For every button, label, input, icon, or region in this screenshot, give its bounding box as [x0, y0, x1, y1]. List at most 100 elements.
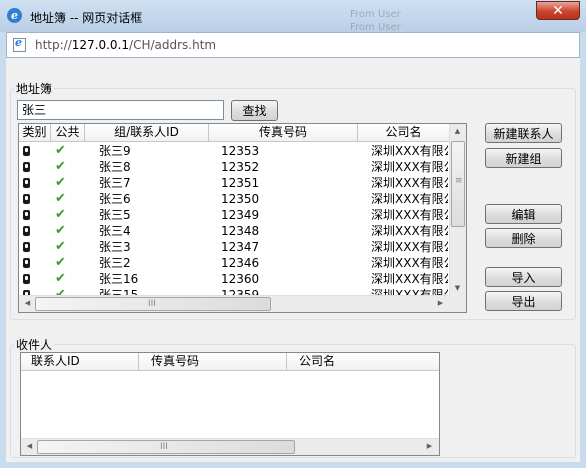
recipients-grid[interactable]: 联系人ID 传真号码 公司名 ◀ III ▶	[20, 352, 440, 456]
checkmark-icon: ✔	[55, 255, 66, 270]
fax-cell: 12347	[221, 240, 260, 254]
vertical-scrollbar[interactable]: ▲ ≡ ▼	[449, 124, 466, 296]
column-header[interactable]: 传真号码	[209, 124, 358, 142]
column-header[interactable]: 传真号码	[139, 353, 287, 371]
table-row[interactable]: ✔ 张三2 12346 深圳XXX有限公司	[19, 255, 451, 271]
contact-id-cell: 张三3	[99, 240, 131, 254]
checkmark-icon: ✔	[55, 239, 66, 254]
contact-id-cell: 张三7	[99, 176, 131, 190]
scroll-up-arrow[interactable]: ▲	[450, 127, 465, 135]
scroll-left-arrow[interactable]: ◀	[22, 442, 37, 450]
column-header[interactable]: 联系人ID	[21, 353, 139, 371]
recipients-label: 收件人	[14, 336, 55, 353]
addressbook-label: 地址簿	[14, 80, 55, 97]
checkmark-icon: ✔	[55, 223, 66, 238]
fax-cell: 12352	[221, 160, 260, 174]
table-row[interactable]: ✔ 张三5 12349 深圳XXX有限公司	[19, 207, 451, 223]
close-button[interactable]: ✕	[536, 1, 580, 20]
url-host: 127.0.0.1	[71, 38, 130, 52]
scroll-right-arrow[interactable]: ▶	[433, 299, 448, 307]
checkmark-icon: ✔	[55, 143, 66, 158]
contact-icon	[23, 194, 30, 204]
url-path: /CH/addrs.htm	[129, 38, 217, 52]
company-cell: 深圳XXX有限公司	[371, 176, 448, 190]
fax-cell: 12349	[221, 208, 260, 222]
search-input[interactable]: 张三	[17, 100, 224, 120]
table-row[interactable]: ✔ 张三16 12360 深圳XXX有限公司	[19, 271, 451, 287]
company-cell: 深圳XXX有限公司	[371, 256, 448, 270]
contact-id-cell: 张三8	[99, 160, 131, 174]
contact-id-cell: 张三6	[99, 192, 131, 206]
contact-icon	[23, 178, 30, 188]
company-cell: 深圳XXX有限公司	[371, 144, 448, 158]
fax-cell: 12350	[221, 192, 260, 206]
import-button[interactable]: 导入	[485, 267, 562, 287]
contact-icon	[23, 146, 30, 156]
new-group-button[interactable]: 新建组	[485, 148, 562, 168]
contact-id-cell: 张三2	[99, 256, 131, 270]
column-header[interactable]: 组/联系人ID	[85, 124, 209, 142]
contact-icon	[23, 226, 30, 236]
company-cell: 深圳XXX有限公司	[371, 240, 448, 254]
column-header[interactable]: 公司名	[358, 124, 450, 142]
fax-cell: 12353	[221, 144, 260, 158]
company-cell: 深圳XXX有限公司	[371, 192, 448, 206]
company-cell: 深圳XXX有限公司	[371, 224, 448, 238]
column-header[interactable]: 公司名	[287, 353, 439, 371]
contact-icon	[23, 162, 30, 172]
scroll-left-arrow[interactable]: ◀	[20, 299, 35, 307]
scroll-right-arrow[interactable]: ▶	[422, 442, 437, 450]
table-row[interactable]: ✔ 张三3 12347 深圳XXX有限公司	[19, 239, 451, 255]
checkmark-icon: ✔	[55, 191, 66, 206]
table-row[interactable]: ✔ 张三8 12352 深圳XXX有限公司	[19, 159, 451, 175]
fax-cell: 12360	[221, 272, 260, 286]
contact-icon	[23, 274, 30, 284]
scroll-grip: III	[148, 299, 156, 309]
contact-id-cell: 张三9	[99, 144, 131, 158]
edit-button[interactable]: 编辑	[485, 204, 562, 224]
url-text: http://127.0.0.1/CH/addrs.htm	[35, 38, 216, 52]
page-icon	[13, 36, 26, 52]
checkmark-icon: ✔	[55, 271, 66, 286]
horizontal-scrollbar[interactable]: ◀ III ▶	[21, 438, 439, 455]
contacts-grid[interactable]: 类别 公共 组/联系人ID 传真号码 公司名 ✔ 张三9 12353 深圳XXX有限公…	[18, 123, 467, 313]
column-header[interactable]: 公共	[51, 124, 85, 142]
checkmark-icon: ✔	[55, 159, 66, 174]
column-header[interactable]: 类别	[19, 124, 51, 142]
checkmark-icon: ✔	[55, 207, 66, 222]
dialog-content: 地址簿 张三 查找 类别 公共 组/联系人ID 传真号码 公司名 ✔ 张三9 123…	[6, 58, 580, 462]
background-hint: From User	[350, 9, 401, 20]
table-row[interactable]: ✔ 张三9 12353 深圳XXX有限公司	[19, 143, 451, 159]
vertical-scroll-thumb[interactable]: ≡	[451, 141, 465, 227]
scroll-down-arrow[interactable]: ▼	[450, 284, 465, 292]
table-row[interactable]: ✔ 张三4 12348 深圳XXX有限公司	[19, 223, 451, 239]
company-cell: 深圳XXX有限公司	[371, 272, 448, 286]
checkmark-icon: ✔	[55, 175, 66, 190]
company-cell: 深圳XXX有限公司	[371, 208, 448, 222]
url-prefix: http://	[35, 38, 72, 52]
title-bar: e 地址簿 -- 网页对话框 From User From User ✕	[0, 0, 586, 33]
horizontal-scroll-thumb[interactable]: III	[35, 297, 271, 311]
horizontal-scrollbar[interactable]: ◀ III ▶	[19, 295, 450, 312]
ie-icon: e	[7, 8, 22, 23]
contact-icon	[23, 210, 30, 220]
address-bar: http://127.0.0.1/CH/addrs.htm	[6, 32, 580, 58]
scroll-corner	[450, 295, 466, 312]
horizontal-scroll-thumb[interactable]: III	[37, 440, 295, 454]
table-row[interactable]: ✔ 张三6 12350 深圳XXX有限公司	[19, 191, 451, 207]
delete-button[interactable]: 删除	[485, 228, 562, 248]
table-row[interactable]: ✔ 张三7 12351 深圳XXX有限公司	[19, 175, 451, 191]
contact-id-cell: 张三16	[99, 272, 139, 286]
fax-cell: 12351	[221, 176, 260, 190]
export-button[interactable]: 导出	[485, 291, 562, 311]
fax-cell: 12346	[221, 256, 260, 270]
new-contact-button[interactable]: 新建联系人	[485, 123, 562, 143]
window-title: 地址簿 -- 网页对话框	[30, 11, 143, 25]
contact-id-cell: 张三5	[99, 208, 131, 222]
search-button[interactable]: 查找	[231, 100, 278, 121]
fax-cell: 12348	[221, 224, 260, 238]
company-cell: 深圳XXX有限公司	[371, 160, 448, 174]
contact-id-cell: 张三4	[99, 224, 131, 238]
contact-icon	[23, 242, 30, 252]
contact-icon	[23, 258, 30, 268]
